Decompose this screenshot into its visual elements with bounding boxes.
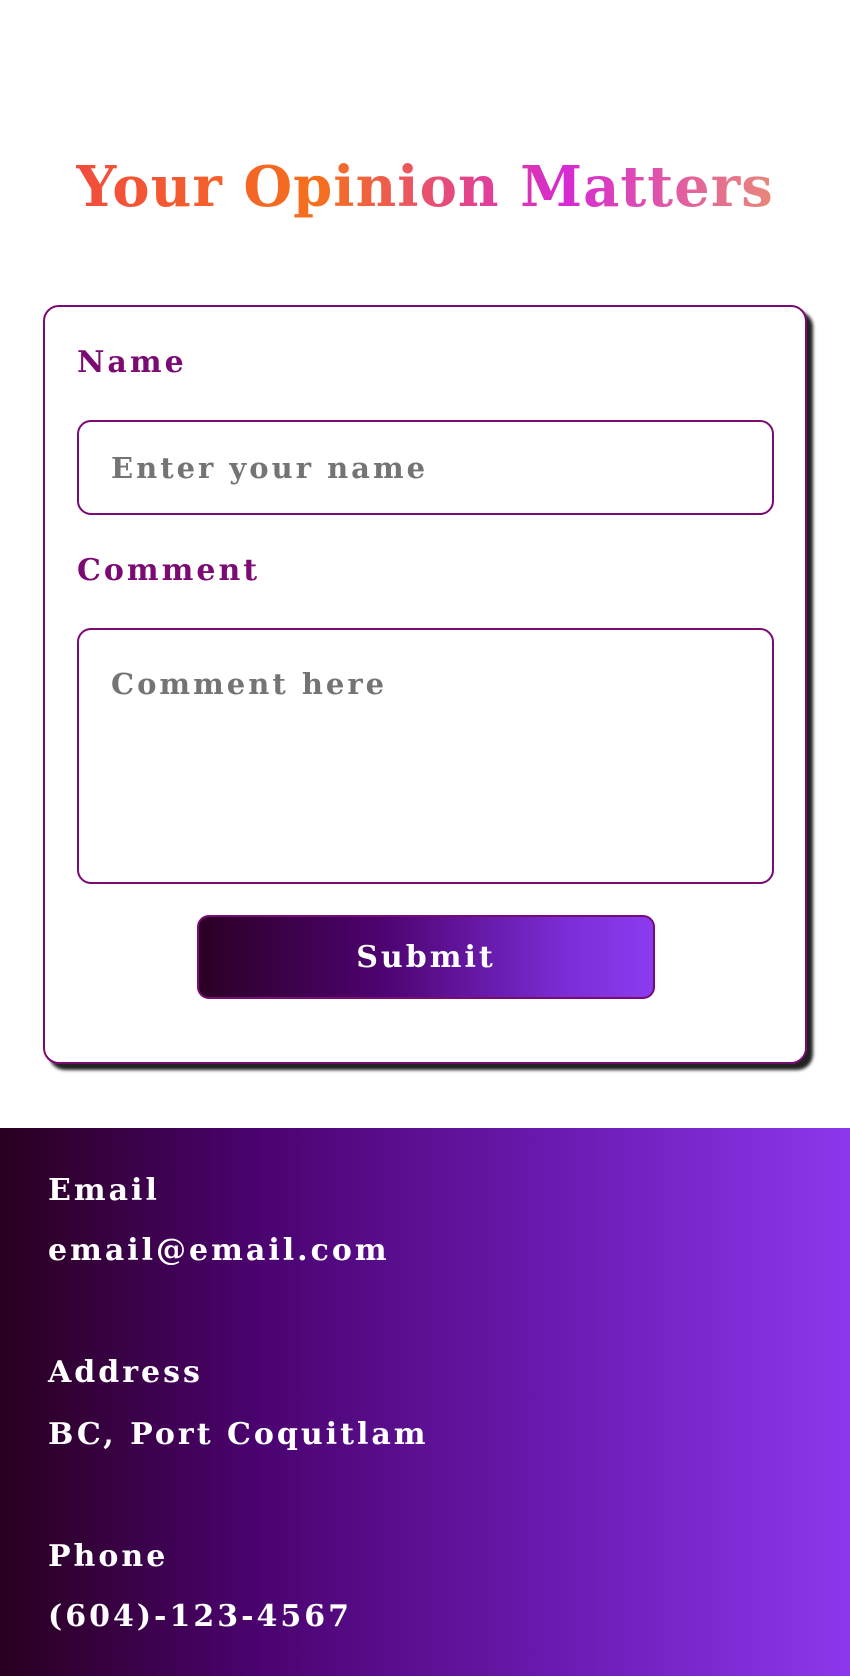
contact-footer: Email email@email.com Address BC, Port C… [0, 1128, 850, 1676]
phone-label: Phone [48, 1539, 169, 1574]
name-label: Name [77, 345, 187, 380]
comment-textarea[interactable] [77, 628, 774, 884]
page-title: Your Opinion Matters [0, 150, 850, 224]
submit-button[interactable]: Submit [197, 915, 655, 999]
feedback-page: Your Opinion Matters Name Comment Submit… [0, 0, 850, 1676]
address-value: BC, Port Coquitlam [48, 1417, 429, 1452]
page-title-text: Your Opinion Matters [76, 154, 774, 220]
comment-label: Comment [77, 553, 261, 588]
phone-value: (604)-123-4567 [48, 1599, 353, 1634]
email-label: Email [48, 1173, 160, 1208]
name-input[interactable] [77, 420, 774, 515]
feedback-form: Name Comment Submit [43, 305, 807, 1064]
email-value: email@email.com [48, 1233, 390, 1268]
address-label: Address [48, 1355, 203, 1390]
